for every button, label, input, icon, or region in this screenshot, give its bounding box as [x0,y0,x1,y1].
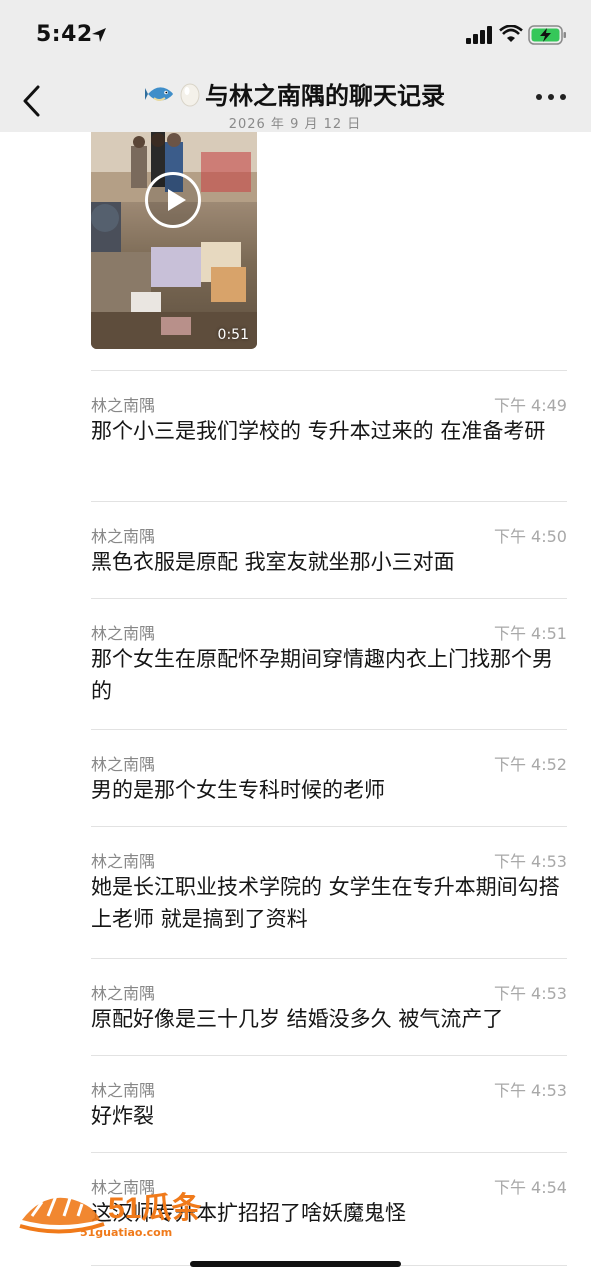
message-text: 黑色衣服是原配 我室友就坐那小三对面 [91,550,455,574]
divider [91,958,567,959]
message-time: 下午 4:52 [493,755,567,774]
divider [91,729,567,730]
video-thumbnail[interactable]: 0:51 [91,132,257,349]
divider [91,826,567,827]
message-item[interactable]: 林之南隅 下午 4:51 那个女生在原配怀孕期间穿情趣内衣上门找那个男的 [91,598,567,703]
divider [91,598,567,599]
message-text: 男的是那个女生专科时候的老师 [91,778,385,802]
message-text: 好炸裂 [91,1104,154,1128]
message-text: 她是长江职业技术学院的 女学生在专升本期间勾搭上老师 就是搞到了资料 [91,875,560,931]
divider [91,370,567,371]
watermark-url: 51guatiao.com [80,1226,173,1239]
message-time: 下午 4:49 [493,396,567,415]
sender-name: 林之南隅 [91,1081,156,1100]
page-title: 与林之南隅的聊天记录 [205,82,445,110]
play-icon[interactable] [145,172,201,228]
message-time: 下午 4:53 [493,984,567,1003]
message-time: 下午 4:53 [493,1081,567,1100]
watermark-logo-text: 51瓜条 [108,1192,201,1225]
header-title-row: 与林之南隅的聊天记录 [145,76,445,111]
message-text: 原配好像是三十几岁 结婚没多久 被气流产了 [91,1007,504,1031]
message-item[interactable]: 林之南隅 下午 4:53 她是长江职业技术学院的 女学生在专升本期间勾搭上老师 … [91,826,567,931]
message-time: 下午 4:51 [493,624,567,643]
wifi-icon [499,25,523,42]
video-scene-image [91,132,257,349]
message-time: 下午 4:53 [493,852,567,871]
message-item[interactable]: 林之南隅 下午 4:49 那个小三是我们学校的 专升本过来的 在准备考研 [91,370,567,443]
divider [91,1152,567,1153]
message-text: 那个小三是我们学校的 专升本过来的 在准备考研 [91,419,546,443]
video-duration: 0:51 [217,327,249,343]
message-time: 下午 4:50 [493,527,567,546]
top-bar: 5:42 与林之南隅的聊天记录 2026 年 9 月 12 日 [0,0,591,132]
message-time: 下午 4:54 [493,1178,567,1197]
message-item[interactable]: 林之南隅 下午 4:52 男的是那个女生专科时候的老师 [91,729,567,802]
message-item[interactable]: 林之南隅 下午 4:53 好炸裂 [91,1055,567,1128]
egg-emoji-icon [180,83,200,106]
back-chevron-icon[interactable] [18,84,46,118]
home-indicator[interactable] [190,1261,401,1267]
cellular-signal-icon [466,26,492,44]
sender-name: 林之南隅 [91,755,156,774]
location-arrow-icon [92,28,106,42]
sender-name: 林之南隅 [91,852,156,871]
divider [91,1055,567,1056]
more-options-icon[interactable] [536,94,566,106]
sender-name: 林之南隅 [91,984,156,1003]
header-title-block: 与林之南隅的聊天记录 2026 年 9 月 12 日 [130,76,460,132]
divider [91,501,567,502]
sender-name: 林之南隅 [91,527,156,546]
header-date: 2026 年 9 月 12 日 [228,117,362,132]
battery-charging-icon [528,25,566,45]
message-item[interactable]: 林之南隅 下午 4:50 黑色衣服是原配 我室友就坐那小三对面 [91,501,567,574]
fish-emoji-icon [145,86,173,101]
status-time: 5:42 [36,22,93,47]
sender-name: 林之南隅 [91,396,156,415]
message-item[interactable]: 林之南隅 下午 4:54 这汉师专升本扩招招了啥妖魔鬼怪 [91,1152,567,1225]
message-text: 那个女生在原配怀孕期间穿情趣内衣上门找那个男的 [91,647,553,703]
message-item[interactable]: 林之南隅 下午 4:53 原配好像是三十几岁 结婚没多久 被气流产了 [91,958,567,1031]
sender-name: 林之南隅 [91,624,156,643]
